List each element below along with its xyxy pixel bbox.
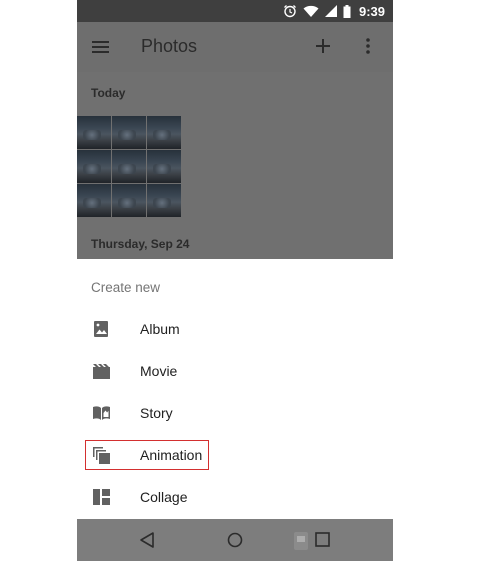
movie-icon bbox=[93, 364, 110, 379]
app-title: Photos bbox=[141, 36, 198, 56]
status-icons: 9:39 bbox=[283, 0, 385, 22]
recents-icon[interactable] bbox=[315, 532, 330, 547]
status-time: 9:39 bbox=[358, 3, 385, 19]
create-animation-item[interactable]: Animation bbox=[77, 435, 393, 475]
back-icon[interactable] bbox=[139, 531, 155, 549]
alarm-icon bbox=[284, 5, 296, 18]
photo-thumbnail[interactable] bbox=[112, 116, 146, 149]
photo-thumbnail[interactable] bbox=[147, 116, 181, 149]
create-collage-label: Collage bbox=[140, 489, 188, 505]
navigation-bar bbox=[77, 519, 393, 561]
photo-thumbnail[interactable] bbox=[147, 184, 181, 217]
add-icon[interactable] bbox=[313, 36, 333, 56]
create-collage-item[interactable]: Collage bbox=[77, 477, 393, 517]
section-header-today: Today bbox=[91, 86, 126, 100]
photo-timeline: Today Thursday, Sep 24 bbox=[77, 72, 393, 259]
sheet-title: Create new bbox=[91, 280, 161, 295]
story-icon bbox=[93, 406, 110, 420]
create-movie-label: Movie bbox=[140, 363, 178, 379]
phone-screen: 9:39 Photos Today Thursday, Sep 24 Creat… bbox=[77, 0, 393, 561]
create-album-item[interactable]: Album bbox=[77, 309, 393, 349]
create-story-item[interactable]: Story bbox=[77, 393, 393, 433]
photo-thumbnail[interactable] bbox=[112, 150, 146, 183]
photo-thumbnail[interactable] bbox=[77, 116, 111, 149]
collage-icon bbox=[93, 489, 110, 505]
battery-icon bbox=[343, 4, 351, 18]
overflow-menu-icon[interactable] bbox=[360, 36, 376, 56]
photo-thumbnail[interactable] bbox=[112, 184, 146, 217]
photo-thumbnail[interactable] bbox=[77, 150, 111, 183]
photo-thumbnail[interactable] bbox=[77, 184, 111, 217]
menu-icon[interactable] bbox=[91, 37, 111, 57]
photo-grid bbox=[77, 116, 182, 219]
create-animation-label: Animation bbox=[140, 447, 203, 463]
status-bar: 9:39 bbox=[77, 0, 393, 22]
home-icon[interactable] bbox=[227, 532, 243, 548]
watermark-icon bbox=[294, 532, 308, 550]
create-album-label: Album bbox=[140, 321, 180, 337]
create-story-label: Story bbox=[140, 405, 173, 421]
create-new-sheet: Create new Album Movie Story Animation C… bbox=[77, 259, 393, 519]
photo-thumbnail[interactable] bbox=[147, 150, 181, 183]
create-movie-item[interactable]: Movie bbox=[77, 351, 393, 391]
album-icon bbox=[94, 321, 108, 337]
wifi-icon bbox=[303, 5, 319, 17]
animation-icon bbox=[93, 447, 110, 464]
section-header-date: Thursday, Sep 24 bbox=[91, 237, 190, 251]
app-bar: Photos bbox=[77, 22, 393, 72]
signal-icon bbox=[324, 5, 337, 17]
